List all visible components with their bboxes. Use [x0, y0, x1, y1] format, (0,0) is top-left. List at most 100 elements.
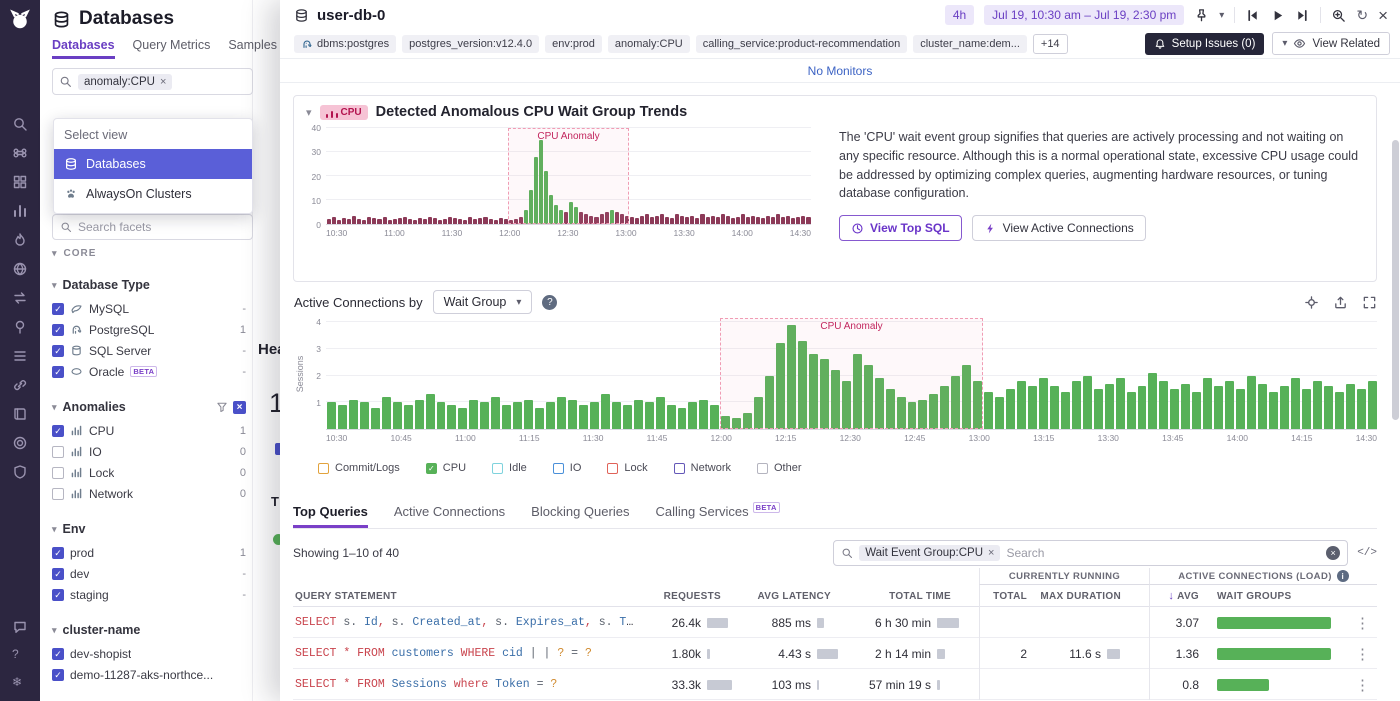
facet-checkbox[interactable]: ✓: [52, 345, 64, 357]
facet-search-input[interactable]: Search facets: [52, 214, 253, 240]
legend-checkbox[interactable]: [757, 463, 768, 474]
anomaly-region[interactable]: CPU Anomaly: [720, 318, 983, 429]
facet-checkbox[interactable]: ✓: [52, 547, 64, 559]
facet-checkbox[interactable]: ✓: [52, 589, 64, 601]
legend-commit-logs[interactable]: Commit/Logs: [318, 462, 400, 474]
row-actions-menu-icon[interactable]: ⋮: [1348, 645, 1377, 663]
view-option-alwayson-clusters[interactable]: AlwaysOn Clusters: [54, 179, 252, 209]
collapse-chevron-icon[interactable]: ▾: [306, 106, 312, 119]
query-filter-chip[interactable]: Wait Event Group:CPU ×: [859, 545, 1000, 561]
facet-checkbox[interactable]: ✓: [52, 366, 64, 378]
view-option-databases[interactable]: Databases: [54, 149, 252, 179]
nav-metrics-icon[interactable]: [12, 203, 28, 219]
sidebar-tab-samples[interactable]: Samples: [228, 38, 277, 59]
refresh-icon[interactable]: ↻: [1356, 8, 1368, 22]
nav-dashboards-icon[interactable]: [12, 174, 28, 190]
facet-mysql[interactable]: ✓MySQL-: [52, 298, 246, 319]
code-view-icon[interactable]: </>: [1357, 547, 1377, 559]
wait-group-bar[interactable]: [1217, 679, 1269, 691]
facet-checkbox[interactable]: [52, 467, 64, 479]
legend-checkbox[interactable]: [492, 463, 503, 474]
nav-status-icon[interactable]: ❄: [12, 675, 28, 691]
scope-icon[interactable]: [1304, 295, 1319, 310]
export-icon[interactable]: [1333, 295, 1348, 310]
setup-issues-button[interactable]: Setup Issues (0): [1145, 33, 1265, 55]
play-icon[interactable]: [1270, 8, 1285, 23]
facet-lock[interactable]: Lock0: [52, 462, 246, 483]
wait-group-bar[interactable]: [1217, 648, 1331, 660]
facet-oracle[interactable]: ✓OracleBETA-: [52, 361, 246, 382]
nav-apm-icon[interactable]: [12, 232, 28, 248]
nav-integrations-icon[interactable]: [12, 377, 28, 393]
facet-checkbox[interactable]: [52, 488, 64, 500]
legend-checkbox[interactable]: [318, 463, 329, 474]
facet-checkbox[interactable]: [52, 446, 64, 458]
nav-network-icon[interactable]: [12, 290, 28, 306]
datadog-logo-icon[interactable]: [8, 8, 32, 32]
facet-checkbox[interactable]: ✓: [52, 324, 64, 336]
step-back-icon[interactable]: [1245, 8, 1260, 23]
pin-time-icon[interactable]: [1194, 8, 1209, 23]
facet-checkbox[interactable]: ✓: [52, 568, 64, 580]
facet-group-cluster-name[interactable]: ▾cluster-name: [52, 605, 246, 643]
scrollbar-thumb[interactable]: [1392, 140, 1399, 420]
facet-dev[interactable]: ✓dev-: [52, 563, 246, 584]
legend-checkbox[interactable]: [607, 463, 618, 474]
help-icon[interactable]: ?: [542, 295, 557, 310]
search-filter-chip[interactable]: anomaly:CPU ×: [78, 74, 172, 90]
clear-search-icon[interactable]: ×: [1326, 546, 1340, 560]
legend-other[interactable]: Other: [757, 462, 802, 474]
row-actions-menu-icon[interactable]: ⋮: [1348, 614, 1377, 632]
facet-checkbox[interactable]: ✓: [52, 648, 64, 660]
legend-network[interactable]: Network: [674, 462, 731, 474]
legend-checkbox[interactable]: [553, 463, 564, 474]
tag-dbms[interactable]: dbms:postgres: [294, 35, 396, 53]
column-header-avg[interactable]: ↓AVG: [1149, 585, 1209, 607]
facet-group-anomalies[interactable]: ▾Anomalies×: [52, 382, 246, 420]
remove-filter-icon[interactable]: ×: [160, 76, 166, 88]
group-by-select[interactable]: Wait Group ▾: [433, 290, 533, 314]
nav-watchdog-icon[interactable]: [12, 145, 28, 161]
row-actions-menu-icon[interactable]: ⋮: [1348, 676, 1377, 694]
facet-io[interactable]: IO0: [52, 441, 246, 462]
tab-calling-services[interactable]: Calling ServicesBETA: [655, 504, 779, 528]
facet-checkbox[interactable]: ✓: [52, 425, 64, 437]
nav-processes-icon[interactable]: [12, 319, 28, 335]
nav-infrastructure-icon[interactable]: [12, 261, 28, 277]
legend-cpu[interactable]: ✓CPU: [426, 462, 466, 474]
column-header-total[interactable]: TOTAL: [979, 585, 1037, 607]
query-statement[interactable]: SELECT * FROM customers WHERE cid | | ? …: [293, 647, 645, 660]
legend-checkbox[interactable]: [674, 463, 685, 474]
info-icon[interactable]: i: [1337, 570, 1349, 582]
tag-calling-service[interactable]: calling_service:product-recommendation: [696, 35, 907, 53]
facet-checkbox[interactable]: ✓: [52, 669, 64, 681]
facet-prod[interactable]: ✓prod1: [52, 542, 246, 563]
nav-search-icon[interactable]: [12, 116, 28, 132]
tag-cluster-name[interactable]: cluster_name:dem...: [913, 35, 1027, 53]
column-header-wait-groups[interactable]: WAIT GROUPS: [1209, 591, 1348, 602]
facet-group-database-type[interactable]: ▾Database Type: [52, 260, 246, 298]
wait-group-bar[interactable]: [1217, 617, 1331, 629]
nav-logs-icon[interactable]: [12, 348, 28, 364]
sidebar-search-input[interactable]: anomaly:CPU ×: [52, 68, 253, 95]
facet-postgresql[interactable]: ✓PostgreSQL1: [52, 319, 246, 340]
sidebar-tab-query-metrics[interactable]: Query Metrics: [133, 38, 211, 59]
nav-security-icon[interactable]: [12, 464, 28, 480]
legend-idle[interactable]: Idle: [492, 462, 527, 474]
fullscreen-icon[interactable]: [1362, 295, 1377, 310]
chart-plot-area[interactable]: CPU Anomaly: [326, 318, 1377, 430]
facet-section-core[interactable]: ▾ CORE: [52, 248, 96, 259]
facet-demo-11287-aks-northce[interactable]: ✓demo-11287-aks-northce...: [52, 664, 246, 685]
step-forward-icon[interactable]: [1295, 8, 1310, 23]
column-header-requests[interactable]: REQUESTS: [645, 591, 749, 602]
tag-postgres-version[interactable]: postgres_version:v12.4.0: [402, 35, 539, 53]
nav-help-icon[interactable]: ?: [12, 647, 28, 663]
legend-lock[interactable]: Lock: [607, 462, 647, 474]
facet-staging[interactable]: ✓staging-: [52, 584, 246, 605]
view-active-connections-button[interactable]: View Active Connections: [972, 215, 1146, 241]
time-dropdown-caret-icon[interactable]: ▾: [1219, 10, 1224, 21]
facet-sql-server[interactable]: ✓SQL Server-: [52, 340, 246, 361]
legend-checkbox[interactable]: ✓: [426, 463, 437, 474]
nav-notebooks-icon[interactable]: [12, 406, 28, 422]
tag-env[interactable]: env:prod: [545, 35, 602, 53]
